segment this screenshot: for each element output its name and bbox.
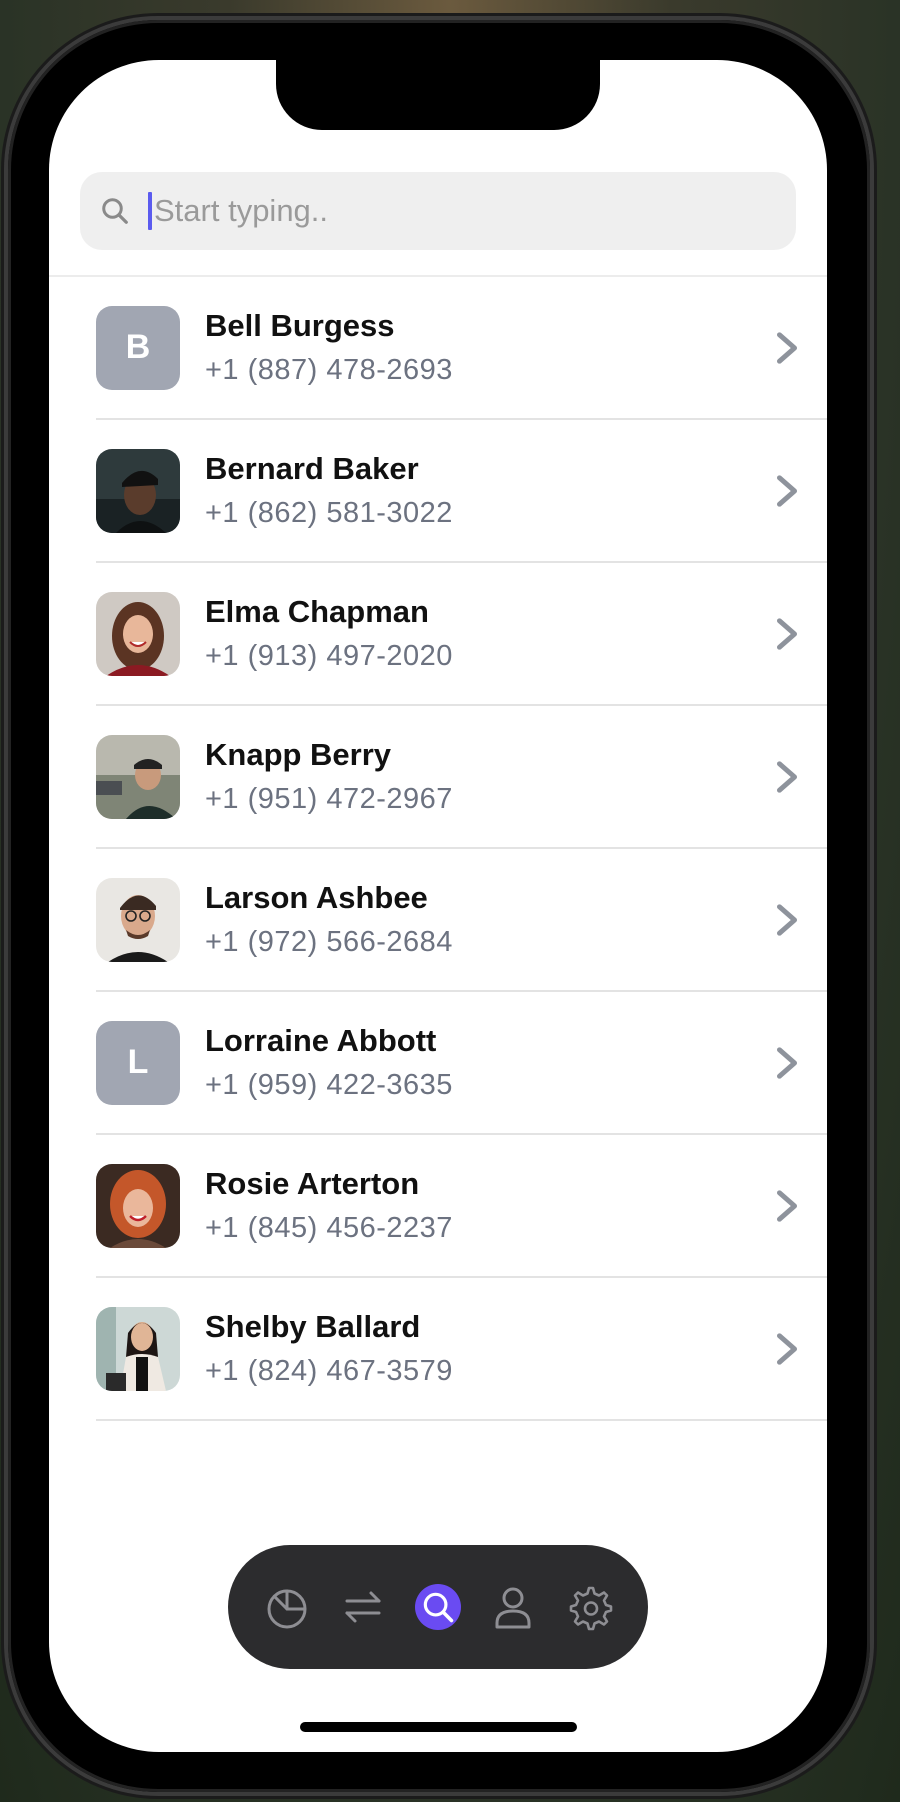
avatar-photo [96, 1163, 180, 1248]
contact-row[interactable]: B Bell Burgess +1 (887) 478-2693 [96, 277, 827, 420]
contact-row[interactable]: L Lorraine Abbott +1 (959) 422-3635 [96, 992, 827, 1135]
avatar: B [96, 305, 180, 390]
avatar-initial: L [127, 1043, 149, 1081]
avatar-photo [96, 1306, 180, 1391]
tab-bar [228, 1545, 648, 1669]
avatar-initial: B [125, 328, 151, 366]
transfer-arrows-icon [345, 1591, 381, 1623]
avatar [96, 448, 180, 533]
search-input[interactable] [152, 181, 796, 241]
chevron-right-icon [776, 903, 798, 936]
avatar [96, 591, 180, 676]
chevron-right-icon [776, 617, 798, 650]
user-icon [495, 1587, 531, 1629]
contact-row[interactable]: Shelby Ballard +1 (824) 467-3579 [96, 1278, 827, 1421]
contact-name: Bell Burgess [205, 307, 395, 343]
avatar [96, 1306, 180, 1391]
home-indicator[interactable] [300, 1722, 577, 1732]
contact-phone: +1 (972) 566-2684 [205, 925, 453, 958]
avatar-photo [96, 448, 180, 533]
contact-name: Lorraine Abbott [205, 1022, 437, 1058]
tab-settings[interactable] [565, 1583, 613, 1631]
contact-phone: +1 (887) 478-2693 [205, 353, 453, 386]
chevron-right-icon [776, 760, 798, 793]
search-bar[interactable] [80, 172, 796, 250]
avatar-photo [96, 734, 180, 819]
avatar [96, 877, 180, 962]
contact-name: Rosie Arterton [205, 1165, 420, 1201]
contact-phone: +1 (959) 422-3635 [205, 1068, 453, 1101]
tab-search[interactable] [415, 1584, 461, 1630]
contact-row[interactable]: Elma Chapman +1 (913) 497-2020 [96, 563, 827, 706]
contact-name: Elma Chapman [205, 593, 429, 629]
contact-row[interactable]: Larson Ashbee +1 (972) 566-2684 [96, 849, 827, 992]
chevron-right-icon [776, 1332, 798, 1365]
chevron-right-icon [776, 331, 798, 364]
chevron-right-icon [776, 1046, 798, 1079]
pie-chart-icon [267, 1589, 307, 1629]
avatar-photo [96, 877, 180, 962]
contact-row[interactable]: Rosie Arterton +1 (845) 456-2237 [96, 1135, 827, 1278]
contact-row[interactable]: Knapp Berry +1 (951) 472-2967 [96, 706, 827, 849]
notch [276, 60, 600, 130]
contact-name: Larson Ashbee [205, 879, 428, 915]
avatar-photo [96, 591, 180, 676]
contact-row[interactable]: Bernard Baker +1 (862) 581-3022 [96, 420, 827, 563]
avatar [96, 734, 180, 819]
tab-transfer[interactable] [339, 1583, 387, 1631]
contact-phone: +1 (913) 497-2020 [205, 639, 453, 672]
tab-stats[interactable] [263, 1583, 311, 1631]
contact-name: Bernard Baker [205, 450, 419, 486]
avatar: L [96, 1020, 180, 1105]
contact-phone: +1 (845) 456-2237 [205, 1211, 453, 1244]
gear-icon [569, 1586, 613, 1631]
contact-name: Knapp Berry [205, 736, 392, 772]
contact-phone: +1 (862) 581-3022 [205, 496, 453, 529]
contact-phone: +1 (951) 472-2967 [205, 782, 453, 815]
tab-profile[interactable] [489, 1583, 537, 1631]
avatar [96, 1163, 180, 1248]
chevron-right-icon [776, 474, 798, 507]
search-icon [423, 1592, 454, 1623]
contact-list: B Bell Burgess +1 (887) 478-2693 Bernard… [49, 277, 827, 1421]
contact-phone: +1 (824) 467-3579 [205, 1354, 453, 1387]
chevron-right-icon [776, 1189, 798, 1222]
search-icon [102, 198, 128, 224]
contact-name: Shelby Ballard [205, 1308, 421, 1344]
